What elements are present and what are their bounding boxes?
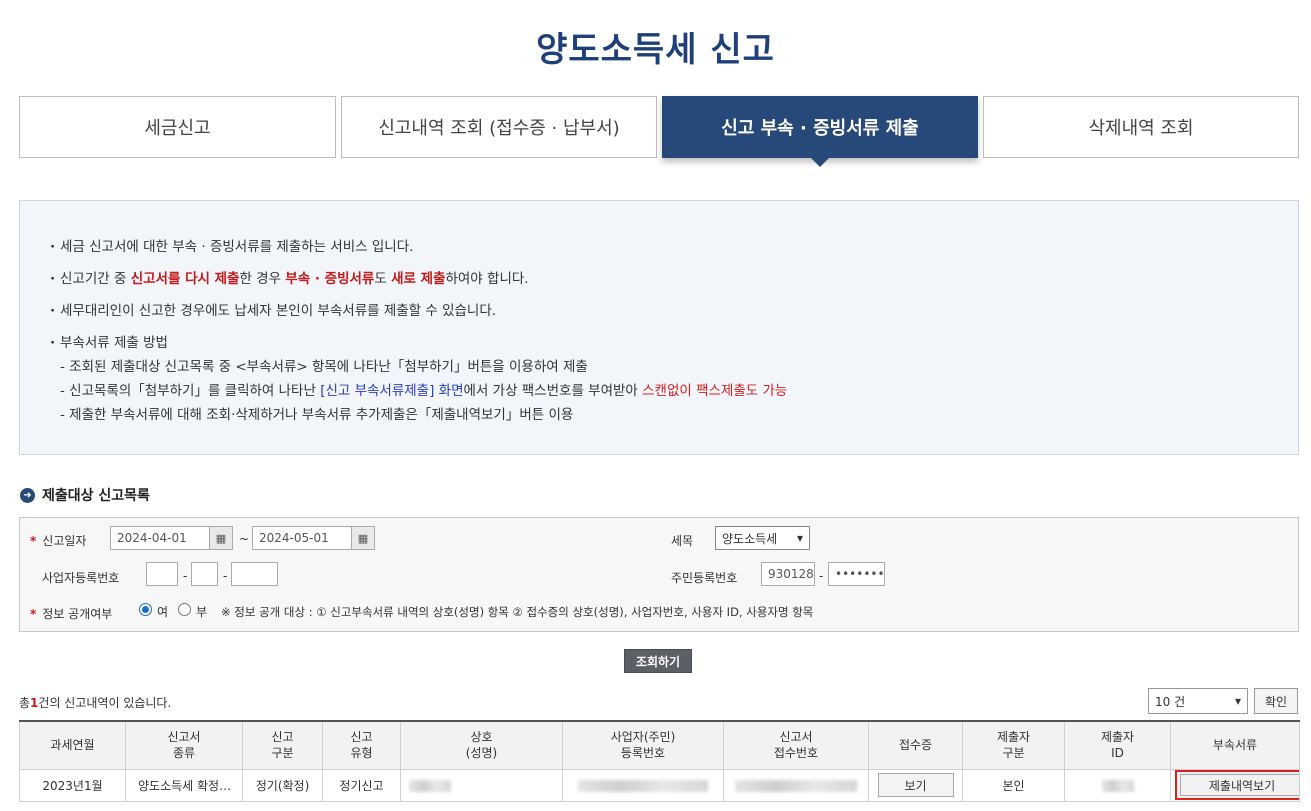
- notice-text: 에서 가상 팩스번호를 부여받아: [463, 383, 643, 399]
- col-header-submitter-id: 제출자 ID: [1064, 720, 1171, 770]
- dash: -: [819, 569, 824, 583]
- notice-line: 신고기간 중 신고서를 다시 제출한 경우 부속 · 증빙서류도 새로 제출하여…: [50, 269, 1298, 301]
- notice-subline: - 신고목록의「첨부하기」를 클릭하여 나타난 [신고 부속서류제출] 화면에서…: [50, 381, 1298, 405]
- notice-emphasis: 스캔없이 팩스제출도 가능: [642, 383, 788, 399]
- notice-emphasis: 새로 제출: [391, 271, 446, 287]
- notice-line: 세금 신고서에 대한 부속 · 증빙서류를 제출하는 서비스 입니다.: [50, 237, 1298, 269]
- page-size-select[interactable]: 10 건 ▾: [1148, 688, 1248, 714]
- col-header-receipt: 접수증: [868, 720, 963, 770]
- cell-receipt: 보기: [868, 768, 963, 802]
- notice-text: 신고기간 중: [60, 271, 131, 287]
- table-header-row: 과세연월 신고서 종류 신고 구분 신고 유형 상호 (성명) 사업자(주민) …: [19, 720, 1300, 770]
- biz-number-label: 사업자등록번호: [42, 571, 120, 585]
- total-count-text: 총1건의 신고내역이 있습니다.: [19, 696, 172, 710]
- dash: -: [183, 569, 188, 583]
- cell-report-div: 정기(확정): [242, 768, 323, 802]
- disclose-note: ※ 정보 공개 대상 : ① 신고부속서류 내역의 상호(성명) 항목 ② 접수…: [221, 605, 814, 619]
- biz-number-part2[interactable]: [191, 562, 218, 586]
- notice-text: 도: [374, 271, 392, 287]
- redacted-block: [1101, 779, 1134, 792]
- calendar-icon[interactable]: ▦: [351, 526, 375, 550]
- col-header-report-div: 신고 구분: [242, 720, 323, 770]
- submission-history-label: 제출내역보기: [1180, 774, 1299, 796]
- biz-number-part1[interactable]: [146, 562, 178, 586]
- confirm-button[interactable]: 확인: [1254, 688, 1298, 714]
- view-receipt-button[interactable]: 보기: [877, 773, 954, 797]
- tab-bar: 세금신고 신고내역 조회 (접수증 · 납부서) 신고 부속 · 증빙서류 제출…: [19, 96, 1299, 167]
- search-form: * 신고일자 2024-04-01 ▦ ~ 2024-05-01 ▦ 세목 양도소…: [19, 517, 1299, 632]
- disclose-yes-label: 여: [157, 605, 169, 619]
- resident-number-label: 주민등록번호: [671, 571, 738, 585]
- cell-submitter-id: [1064, 768, 1171, 802]
- tab-attach-submit[interactable]: 신고 부속 · 증빙서류 제출: [662, 96, 978, 167]
- col-header-submitter-div: 제출자 구분: [962, 720, 1065, 770]
- col-header-form-type: 신고서 종류: [125, 720, 243, 770]
- redacted-block: [578, 779, 708, 792]
- tax-type-label: 세목: [671, 534, 694, 548]
- tab-report-history[interactable]: 신고내역 조회 (접수증 · 납부서): [341, 96, 657, 158]
- disclose-yes-radio[interactable]: [139, 603, 152, 616]
- resident-number-back[interactable]: •••••••: [828, 562, 885, 586]
- disclose-label: * 정보 공개여부: [30, 607, 113, 621]
- table-row: 2023년1월 양도소득세 확정신고 정기(확정) 정기신고 보기 본인 제출내…: [19, 768, 1300, 802]
- col-header-receipt-number: 신고서 접수번호: [723, 720, 869, 770]
- section-title-label: 제출대상 신고목록: [42, 488, 150, 504]
- tab-deleted-history[interactable]: 삭제내역 조회: [983, 96, 1299, 158]
- tab-tax-report[interactable]: 세금신고: [19, 96, 336, 158]
- col-header-report-type: 신고 유형: [322, 720, 401, 770]
- submission-history-button[interactable]: 제출내역보기: [1175, 770, 1299, 800]
- cell-receipt-number: [723, 768, 869, 802]
- chevron-down-icon: ▾: [796, 531, 803, 545]
- col-header-reg-number: 사업자(주민) 등록번호: [562, 720, 724, 770]
- notice-text: 하여야 합니다.: [445, 271, 529, 287]
- notice-line: 부속서류 제출 방법: [50, 333, 1298, 357]
- cell-attachments: 제출내역보기: [1170, 768, 1300, 802]
- notice-emphasis: 부속 · 증빙서류: [285, 271, 375, 287]
- section-title: ➜ 제출대상 신고목록: [20, 485, 150, 505]
- notice-box: 세금 신고서에 대한 부속 · 증빙서류를 제출하는 서비스 입니다. 신고기간…: [19, 200, 1299, 455]
- redacted-block: [735, 779, 857, 792]
- cell-report-type: 정기신고: [322, 768, 401, 802]
- cell-submitter-div: 본인: [962, 768, 1065, 802]
- notice-emphasis: 신고서를 다시 제출: [130, 271, 240, 287]
- page-size-value: 10 건: [1155, 694, 1186, 709]
- cell-reg-number: [562, 768, 724, 802]
- resident-number-front[interactable]: 930128: [761, 562, 815, 586]
- calendar-icon[interactable]: ▦: [209, 526, 233, 550]
- notice-text: - 신고목록의「첨부하기」를 클릭하여 나타난: [60, 383, 321, 399]
- tax-type-select[interactable]: 양도소득세 ▾: [715, 526, 810, 550]
- dash: -: [223, 569, 228, 583]
- date-from-input[interactable]: 2024-04-01: [110, 526, 210, 550]
- cell-form-type: 양도소득세 확정신고: [125, 768, 243, 802]
- notice-subline: - 제출한 부속서류에 대해 조회·삭제하거나 부속서류 추가제출은「제출내역보…: [60, 407, 574, 423]
- col-header-attachments: 부속서류: [1170, 720, 1300, 770]
- cell-period: 2023년1월: [19, 768, 126, 802]
- arrow-circle-icon: ➜: [20, 487, 35, 503]
- disclose-no-radio[interactable]: [178, 603, 191, 616]
- date-range-separator: ~: [239, 532, 250, 546]
- col-header-trade-name: 상호 (성명): [400, 720, 563, 770]
- col-header-period: 과세연월: [19, 720, 126, 770]
- biz-number-part3[interactable]: [231, 562, 278, 586]
- date-label: * 신고일자: [30, 534, 87, 548]
- notice-link-text: [신고 부속서류제출] 화면: [320, 383, 464, 399]
- redacted-block: [409, 779, 451, 792]
- tax-type-value: 양도소득세: [722, 531, 778, 546]
- cell-trade-name: [400, 768, 563, 802]
- chevron-down-icon: ▾: [1234, 694, 1241, 708]
- disclose-no-label: 부: [196, 605, 208, 619]
- search-button[interactable]: 조회하기: [624, 649, 692, 673]
- page-title: 양도소득세 신고: [536, 30, 775, 70]
- notice-subline: - 조회된 제출대상 신고목록 중 <부속서류> 항목에 나타난「첨부하기」버튼…: [60, 359, 588, 375]
- report-table: 과세연월 신고서 종류 신고 구분 신고 유형 상호 (성명) 사업자(주민) …: [19, 720, 1300, 802]
- notice-line: 세무대리인이 신고한 경우에도 납세자 본인이 부속서류를 제출할 수 있습니다…: [50, 301, 1298, 333]
- notice-text: 한 경우: [239, 271, 286, 287]
- date-to-input[interactable]: 2024-05-01: [252, 526, 352, 550]
